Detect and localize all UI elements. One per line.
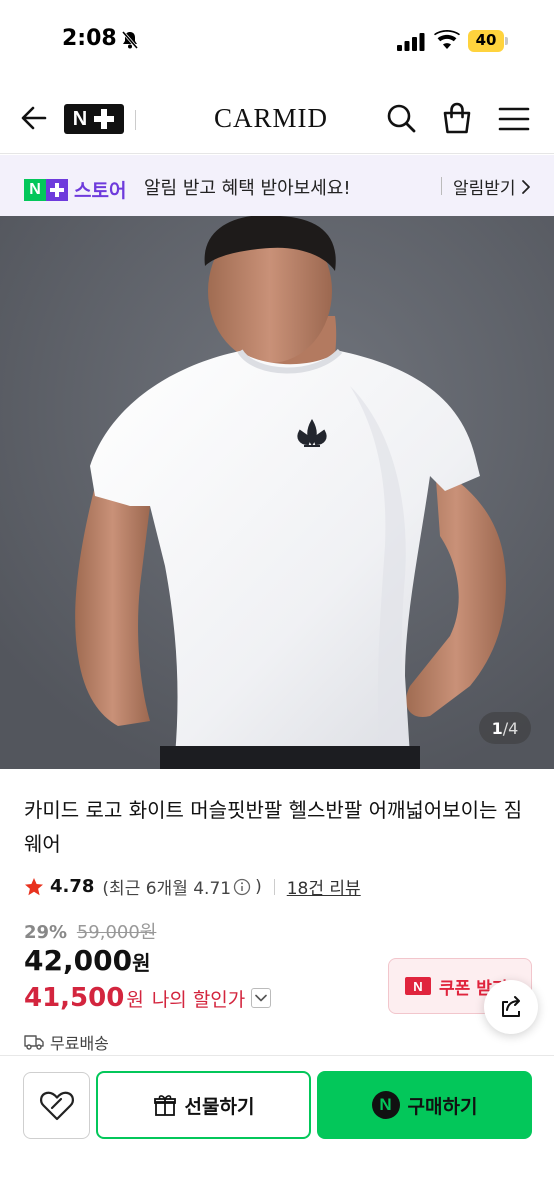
bottom-action-bar: 선물하기 N 구매하기 — [0, 1055, 554, 1200]
recent-rating-close: ) — [255, 876, 262, 897]
coupon-icon: N — [405, 977, 431, 995]
back-arrow-icon[interactable] — [20, 104, 48, 132]
expand-price-button[interactable] — [251, 988, 272, 1008]
original-price-row: 29% 59,000원 — [24, 918, 156, 944]
my-price-amount: 41,500 — [24, 983, 125, 1013]
image-total: 4 — [508, 718, 519, 738]
header-divider — [135, 110, 136, 130]
status-time: 2:08 — [62, 26, 117, 51]
buy-label: 구매하기 — [407, 1095, 478, 1118]
info-icon[interactable] — [233, 878, 251, 896]
top-navigation: N CARMID — [0, 84, 554, 154]
buy-button[interactable]: N 구매하기 — [317, 1071, 532, 1139]
notification-banner[interactable]: N 스토어 알림 받고 혜택 받아보세요! 알림받기 — [0, 155, 554, 216]
bell-off-icon — [121, 31, 139, 49]
star-icon — [25, 877, 43, 895]
status-bar: 2:08 40 — [0, 0, 554, 84]
recent-rating: (최근 6개월 4.71 — [102, 879, 232, 899]
rating-row: 4.78 (최근 6개월 4.71 ) 18건 리뷰 — [24, 874, 361, 899]
search-icon[interactable] — [385, 102, 417, 134]
wifi-icon — [434, 30, 460, 49]
truck-icon — [24, 1035, 44, 1050]
sale-price-amount: 42,000 — [24, 944, 133, 977]
my-price-unit: 원 — [126, 988, 144, 1011]
naver-n-logo-text: N — [72, 107, 88, 130]
chevron-right-icon — [521, 179, 530, 194]
sale-price: 42,000원 — [24, 944, 150, 977]
naver-plus-logo[interactable]: N — [64, 104, 124, 134]
store-brand-title[interactable]: CARMID — [200, 103, 342, 134]
rating-score: 4.78 — [50, 876, 95, 897]
product-image-gallery[interactable]: 1 / 4 — [0, 216, 554, 769]
share-icon — [502, 996, 520, 1017]
signal-icon — [397, 33, 425, 51]
share-button[interactable] — [484, 980, 538, 1034]
gift-icon — [153, 1095, 176, 1116]
chevron-down-icon — [255, 994, 268, 1002]
review-count-link[interactable]: 18건 리뷰 — [287, 874, 361, 899]
subscribe-alert-link[interactable]: 알림받기 — [453, 174, 532, 199]
naver-n-badge: N — [24, 178, 46, 201]
my-discount-price-row[interactable]: 41,500 원 나의 할인가 — [24, 983, 272, 1013]
nplus-store-badge: N 스토어 — [24, 176, 126, 203]
shipping-label: 무료배송 — [50, 1034, 109, 1053]
notice-divider — [441, 177, 442, 195]
my-price-label: 나의 할인가 — [151, 988, 246, 1011]
discount-rate: 29% — [24, 922, 68, 943]
original-price: 59,000원 — [76, 922, 157, 943]
gift-label: 선물하기 — [184, 1095, 255, 1118]
image-page-counter: 1 / 4 — [479, 712, 531, 744]
sale-price-unit: 원 — [132, 951, 151, 975]
subscribe-alert-label: 알림받기 — [453, 179, 516, 199]
store-label: 스토어 — [74, 180, 127, 202]
image-current: 1 — [491, 718, 503, 738]
battery-level: 40 — [475, 31, 497, 49]
shopping-bag-icon[interactable] — [441, 101, 473, 135]
product-photo — [0, 216, 554, 769]
heart-icon — [39, 1091, 74, 1120]
hamburger-menu-icon[interactable] — [498, 106, 530, 132]
plus-badge-icon — [46, 178, 68, 201]
naver-pay-icon: N — [371, 1091, 400, 1119]
plus-icon — [93, 108, 115, 130]
notice-message: 알림 받고 혜택 받아보세요! — [144, 178, 351, 199]
shipping-info: 무료배송 — [24, 1030, 109, 1054]
rating-divider — [273, 878, 275, 895]
product-title: 카미드 로고 화이트 머슬핏반팔 헬스반팔 어깨넓어보이는 짐웨어 — [24, 798, 523, 856]
battery-indicator: 40 — [468, 30, 508, 52]
gift-button[interactable]: 선물하기 — [96, 1071, 311, 1139]
wishlist-button[interactable] — [23, 1072, 90, 1139]
